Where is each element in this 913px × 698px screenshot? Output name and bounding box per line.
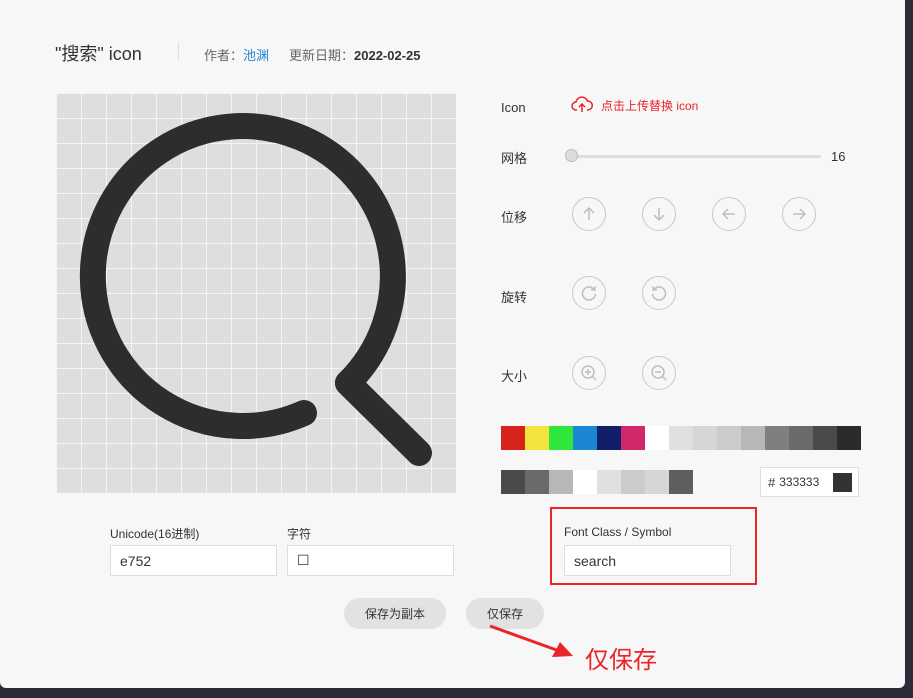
- color-palette-row-2: [501, 470, 693, 494]
- author-label: 作者：: [204, 48, 244, 63]
- color-swatch[interactable]: [837, 426, 861, 450]
- color-swatch[interactable]: [789, 426, 813, 450]
- title-divider: [178, 42, 179, 60]
- size-label: 大小: [501, 369, 528, 384]
- updated-date: 2022-02-25: [354, 48, 421, 63]
- color-swatch[interactable]: [645, 426, 669, 450]
- annotation-highlight-box: [550, 507, 757, 585]
- icon-label: Icon: [501, 100, 526, 115]
- author-info: 作者：池渊: [204, 45, 269, 64]
- upload-text: 点击上传替换 icon: [601, 98, 699, 113]
- annotation-arrow-icon: [489, 624, 573, 657]
- hex-hash: #: [768, 474, 776, 490]
- arrow-down-icon: [653, 208, 665, 222]
- save-as-copy-button[interactable]: 保存为副本: [344, 598, 446, 629]
- updated-info: 更新日期：2022-02-25: [289, 45, 421, 64]
- rotate-label: 旋转: [501, 290, 528, 305]
- color-swatch[interactable]: [549, 470, 573, 494]
- icon-grid-canvas[interactable]: [56, 93, 456, 493]
- grid-slider-track[interactable]: [571, 155, 821, 158]
- hex-value: 333333: [779, 475, 820, 489]
- color-swatch[interactable]: [645, 470, 669, 494]
- search-icon-preview: [79, 113, 432, 466]
- color-palette-row-1: [501, 426, 861, 450]
- unicode-input[interactable]: e752: [110, 545, 277, 576]
- annotation-text: 仅保存: [585, 647, 657, 674]
- icon-edit-dialog: "搜索" icon 作者：池渊 更新日期：2022-02-25 Icon 点击上…: [0, 0, 905, 688]
- color-swatch[interactable]: [621, 470, 645, 494]
- author-link[interactable]: 池渊: [243, 48, 269, 63]
- move-up-button[interactable]: [572, 197, 606, 231]
- rotate-counterclockwise-button[interactable]: [642, 276, 676, 310]
- move-down-button[interactable]: [642, 197, 676, 231]
- move-label: 位移: [501, 210, 528, 225]
- color-swatch[interactable]: [501, 426, 525, 450]
- color-swatch[interactable]: [717, 426, 741, 450]
- updated-label: 更新日期：: [289, 48, 355, 63]
- color-swatch[interactable]: [597, 470, 621, 494]
- move-right-button[interactable]: [782, 197, 816, 231]
- zoom-in-button[interactable]: [572, 356, 606, 390]
- unicode-label: Unicode(16进制): [110, 527, 200, 541]
- color-swatch[interactable]: [597, 426, 621, 450]
- current-color-preview[interactable]: [833, 473, 852, 492]
- page-title: "搜索" icon: [55, 44, 142, 64]
- move-left-button[interactable]: [712, 197, 746, 231]
- color-swatch[interactable]: [669, 470, 693, 494]
- zoom-out-icon: [651, 365, 667, 381]
- rotate-clockwise-icon: [581, 286, 597, 301]
- zoom-in-icon: [581, 365, 597, 381]
- upload-button[interactable]: 点击上传替换 icon: [571, 96, 698, 114]
- char-label: 字符: [287, 527, 312, 541]
- color-swatch[interactable]: [813, 426, 837, 450]
- grid-slider-handle[interactable]: [565, 149, 578, 162]
- arrow-up-icon: [583, 206, 595, 220]
- arrow-right-icon: [793, 208, 807, 220]
- color-swatch[interactable]: [549, 426, 573, 450]
- color-swatch[interactable]: [573, 426, 597, 450]
- color-swatch[interactable]: [765, 426, 789, 450]
- cloud-upload-icon: [571, 96, 593, 112]
- color-swatch[interactable]: [525, 470, 549, 494]
- color-hex-input[interactable]: # 333333: [760, 467, 859, 497]
- arrow-left-icon: [721, 208, 735, 220]
- grid-label: 网格: [501, 151, 528, 166]
- color-swatch[interactable]: [573, 470, 597, 494]
- color-swatch[interactable]: [501, 470, 525, 494]
- color-swatch[interactable]: [669, 426, 693, 450]
- color-swatch[interactable]: [621, 426, 645, 450]
- color-swatch[interactable]: [741, 426, 765, 450]
- unicode-value: e752: [120, 552, 152, 569]
- color-swatch[interactable]: [525, 426, 549, 450]
- char-input[interactable]: ☐: [287, 545, 454, 576]
- rotate-counterclockwise-icon: [651, 286, 667, 301]
- color-swatch[interactable]: [693, 426, 717, 450]
- zoom-out-button[interactable]: [642, 356, 676, 390]
- char-value: ☐: [297, 552, 310, 568]
- rotate-clockwise-button[interactable]: [572, 276, 606, 310]
- grid-value: 16: [831, 149, 846, 164]
